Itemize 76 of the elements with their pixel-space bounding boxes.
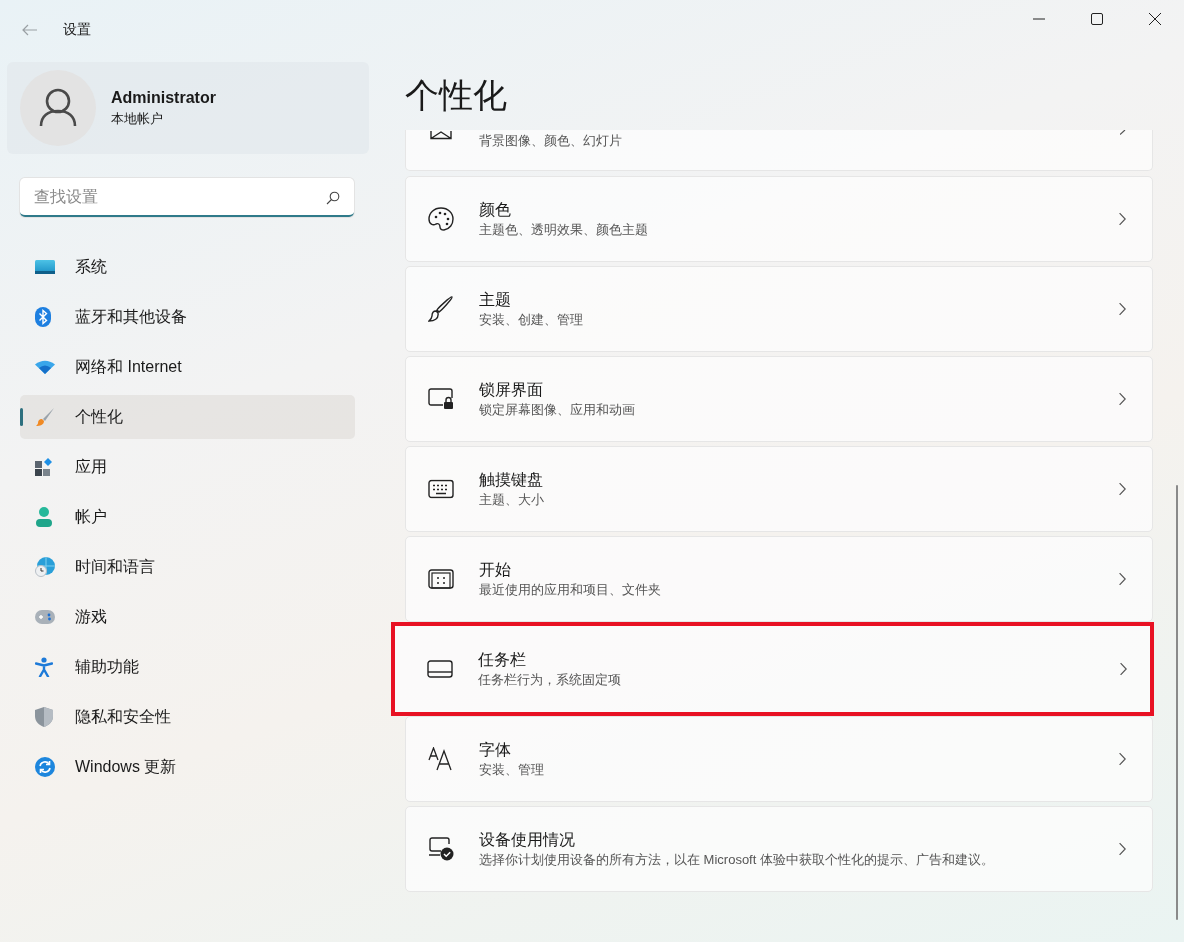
person-icon — [35, 507, 53, 527]
accessibility-icon — [35, 657, 53, 677]
scrollbar[interactable] — [1176, 485, 1178, 920]
nav-item[interactable]: 隐私和安全性 — [20, 695, 355, 739]
apps-icon — [35, 458, 53, 476]
chevron-icon[interactable] — [1119, 752, 1126, 766]
nav-item[interactable]: 网络和 Internet — [20, 345, 355, 389]
lock-screen-icon — [428, 388, 454, 410]
settings-card[interactable]: 背景图像、颜色、幻灯片 — [405, 130, 1153, 171]
chevron-icon[interactable] — [1119, 392, 1126, 406]
chevron-icon[interactable] — [1119, 482, 1126, 496]
card-title: 任务栏 — [478, 650, 527, 670]
device-check-icon — [428, 837, 454, 861]
globe-clock-icon — [35, 557, 55, 577]
nav-item[interactable]: 帐户 — [20, 495, 355, 539]
settings-card[interactable]: 触摸键盘 主题、大小 — [405, 446, 1153, 532]
settings-card[interactable]: 锁屏界面 锁定屏幕图像、应用和动画 — [405, 356, 1153, 442]
brush-icon — [428, 296, 454, 322]
chevron-icon[interactable] — [1120, 130, 1126, 135]
nav-item[interactable]: 时间和语言 — [20, 545, 355, 589]
nav-item[interactable]: 个性化 — [20, 395, 355, 439]
nav-item[interactable]: 辅助功能 — [20, 645, 355, 689]
card-title: 开始 — [479, 560, 512, 580]
nav-item[interactable]: Windows 更新 — [20, 745, 355, 789]
settings-card[interactable]: 字体 安装、管理 — [405, 716, 1153, 802]
taskbar-icon — [427, 660, 453, 678]
card-subtitle: 最近使用的应用和项目、文件夹 — [479, 581, 661, 599]
gamepad-icon — [35, 610, 55, 624]
settings-card[interactable]: 颜色 主题色、透明效果、颜色主题 — [405, 176, 1153, 262]
card-title: 字体 — [479, 740, 512, 760]
keyboard-icon — [428, 479, 454, 499]
chevron-icon[interactable] — [1119, 212, 1126, 226]
refresh-icon — [35, 757, 55, 777]
wifi-icon — [35, 360, 55, 374]
close-icon[interactable] — [1149, 13, 1161, 25]
card-subtitle: 主题、大小 — [479, 491, 544, 509]
start-menu-icon — [428, 569, 454, 589]
settings-card[interactable]: 任务栏 任务栏行为，系统固定项 — [391, 622, 1154, 716]
settings-card[interactable]: 设备使用情况 选择你计划使用设备的所有方法，以在 Microsoft 体验中获取个性化的提示、广告和建议。 — [405, 806, 1153, 892]
picture-icon — [430, 131, 452, 140]
maximize-icon[interactable] — [1091, 13, 1103, 25]
nav-item[interactable]: 游戏 — [20, 595, 355, 639]
profile-card[interactable]: Administrator 本地帐户 — [7, 62, 369, 154]
search-field[interactable]: 查找设置 — [20, 178, 354, 217]
card-subtitle: 选择你计划使用设备的所有方法，以在 Microsoft 体验中获取个性化的提示、广告和建议。 — [479, 851, 994, 869]
search-icon[interactable] — [326, 191, 340, 205]
monitor-icon — [35, 259, 55, 275]
card-subtitle: 主题色、透明效果、颜色主题 — [479, 221, 648, 239]
nav-item[interactable]: 系统 — [20, 245, 355, 289]
card-subtitle: 安装、创建、管理 — [479, 311, 583, 329]
avatar-icon — [20, 70, 96, 146]
card-subtitle: 背景图像、颜色、幻灯片 — [479, 132, 622, 150]
window-title: 设置 — [63, 21, 91, 39]
card-title: 锁屏界面 — [479, 380, 544, 400]
card-title: 颜色 — [479, 200, 512, 220]
settings-card[interactable]: 开始 最近使用的应用和项目、文件夹 — [405, 536, 1153, 622]
nav-item[interactable]: 应用 — [20, 445, 355, 489]
card-subtitle: 锁定屏幕图像、应用和动画 — [479, 401, 635, 419]
card-subtitle: 安装、管理 — [479, 761, 544, 779]
shield-icon — [35, 707, 53, 727]
card-title: 设备使用情况 — [479, 830, 576, 850]
palette-icon — [428, 207, 454, 231]
account-name: Administrator — [111, 88, 216, 107]
chevron-icon[interactable] — [1119, 302, 1126, 316]
card-subtitle: 任务栏行为，系统固定项 — [478, 671, 621, 689]
chevron-icon[interactable] — [1120, 662, 1127, 676]
account-type: 本地帐户 — [111, 109, 164, 128]
settings-card[interactable]: 主题 安装、创建、管理 — [405, 266, 1153, 352]
card-title: 主题 — [479, 290, 512, 310]
font-icon — [428, 747, 454, 771]
card-title: 触摸键盘 — [479, 470, 544, 490]
bluetooth-icon — [35, 307, 51, 327]
chevron-icon[interactable] — [1119, 842, 1126, 856]
nav-item[interactable]: 蓝牙和其他设备 — [20, 295, 355, 339]
chevron-icon[interactable] — [1119, 572, 1126, 586]
page-title: 个性化 — [405, 75, 508, 116]
